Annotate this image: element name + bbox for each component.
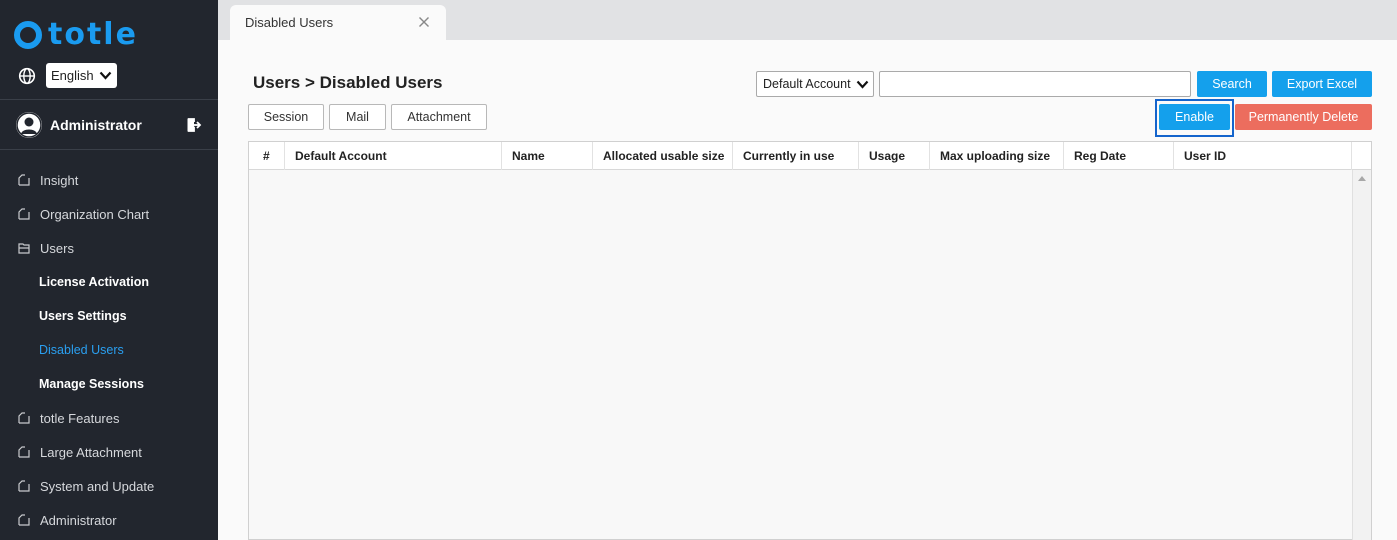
- tab-disabled-users[interactable]: Disabled Users: [230, 5, 446, 40]
- tab-label: Disabled Users: [245, 15, 334, 30]
- user-profile: Administrator: [16, 111, 202, 139]
- logo-text: totle: [48, 17, 138, 52]
- sidebar: totle English Administrator Insight Orga…: [0, 0, 218, 540]
- tab-bar: Disabled Users: [218, 0, 1397, 40]
- chevron-down-icon: [856, 80, 869, 89]
- sidebar-divider: [0, 99, 218, 100]
- sidebar-item-large-attachment[interactable]: Large Attachment: [0, 435, 218, 469]
- sidebar-item-license-activation[interactable]: License Activation: [0, 265, 218, 299]
- account-select-value: Default Account: [763, 77, 851, 91]
- language-select[interactable]: English: [46, 63, 117, 88]
- sidebar-item-label: Administrator: [40, 512, 117, 528]
- sidebar-item-label: Insight: [40, 172, 79, 188]
- subtab-session[interactable]: Session: [248, 104, 324, 130]
- sidebar-item-label: Users Settings: [39, 309, 127, 323]
- disabled-users-table: # Default Account Name Allocated usable …: [248, 141, 1372, 540]
- folder-icon: [18, 446, 30, 458]
- column-header-currently-in-use[interactable]: Currently in use: [733, 142, 859, 170]
- column-header-max-uploading-size[interactable]: Max uploading size: [930, 142, 1064, 170]
- sidebar-item-system-and-update[interactable]: System and Update: [0, 469, 218, 503]
- column-header-index[interactable]: #: [249, 142, 285, 170]
- sidebar-item-label: Disabled Users: [39, 343, 124, 357]
- sidebar-item-users-settings[interactable]: Users Settings: [0, 299, 218, 333]
- sidebar-item-label: totle Features: [40, 410, 120, 426]
- column-header-usage[interactable]: Usage: [859, 142, 930, 170]
- search-input[interactable]: [879, 71, 1191, 97]
- language-selected: English: [51, 68, 94, 83]
- logout-icon[interactable]: [186, 117, 202, 133]
- folder-icon: [18, 412, 30, 424]
- sidebar-divider: [0, 149, 218, 150]
- language-row: English: [18, 63, 117, 88]
- column-header-user-id[interactable]: User ID: [1174, 142, 1352, 170]
- table-header: # Default Account Name Allocated usable …: [249, 142, 1371, 170]
- sidebar-nav: Insight Organization Chart Users License…: [0, 163, 218, 537]
- sidebar-item-label: Large Attachment: [40, 444, 142, 460]
- sidebar-item-label: Users: [40, 240, 74, 256]
- user-name: Administrator: [50, 117, 142, 133]
- logo-ring-icon: [14, 21, 42, 49]
- sidebar-item-administrator[interactable]: Administrator: [0, 503, 218, 537]
- scroll-up-arrow-icon[interactable]: [1358, 176, 1366, 181]
- totle-logo[interactable]: totle: [14, 18, 138, 52]
- column-header-allocated-usable-size[interactable]: Allocated usable size: [593, 142, 733, 170]
- column-header-default-account[interactable]: Default Account: [285, 142, 502, 170]
- permanently-delete-button[interactable]: Permanently Delete: [1235, 104, 1372, 130]
- sidebar-item-label: Organization Chart: [40, 206, 150, 222]
- export-excel-button[interactable]: Export Excel: [1272, 71, 1372, 97]
- close-icon[interactable]: [418, 16, 430, 28]
- column-header-reg-date[interactable]: Reg Date: [1064, 142, 1174, 170]
- account-select[interactable]: Default Account: [756, 71, 874, 97]
- table-scrollbar[interactable]: [1352, 170, 1371, 540]
- sidebar-item-manage-sessions[interactable]: Manage Sessions: [0, 367, 218, 401]
- folder-icon: [18, 514, 30, 526]
- chevron-down-icon: [99, 71, 112, 80]
- globe-icon: [18, 67, 36, 84]
- search-button[interactable]: Search: [1197, 71, 1267, 97]
- sidebar-item-organization-chart[interactable]: Organization Chart: [0, 197, 218, 231]
- subtab-attachment[interactable]: Attachment: [391, 104, 487, 130]
- sidebar-item-label: System and Update: [40, 478, 155, 494]
- user-avatar-icon: [16, 112, 42, 138]
- folder-icon: [18, 174, 30, 186]
- folder-open-icon: [18, 243, 30, 254]
- sidebar-item-totle-features[interactable]: totle Features: [0, 401, 218, 435]
- column-header-name[interactable]: Name: [502, 142, 593, 170]
- sidebar-item-users[interactable]: Users: [0, 231, 218, 265]
- subtab-mail[interactable]: Mail: [329, 104, 386, 130]
- sidebar-item-insight[interactable]: Insight: [0, 163, 218, 197]
- sidebar-item-disabled-users[interactable]: Disabled Users: [0, 333, 218, 367]
- folder-icon: [18, 480, 30, 492]
- folder-icon: [18, 208, 30, 220]
- enable-button[interactable]: Enable: [1159, 104, 1230, 130]
- sidebar-item-label: License Activation: [39, 275, 149, 289]
- avatar[interactable]: [16, 112, 42, 138]
- main-content: Users > Disabled Users Default Account S…: [218, 40, 1397, 540]
- sidebar-item-label: Manage Sessions: [39, 377, 144, 391]
- page-title: Users > Disabled Users: [253, 73, 443, 92]
